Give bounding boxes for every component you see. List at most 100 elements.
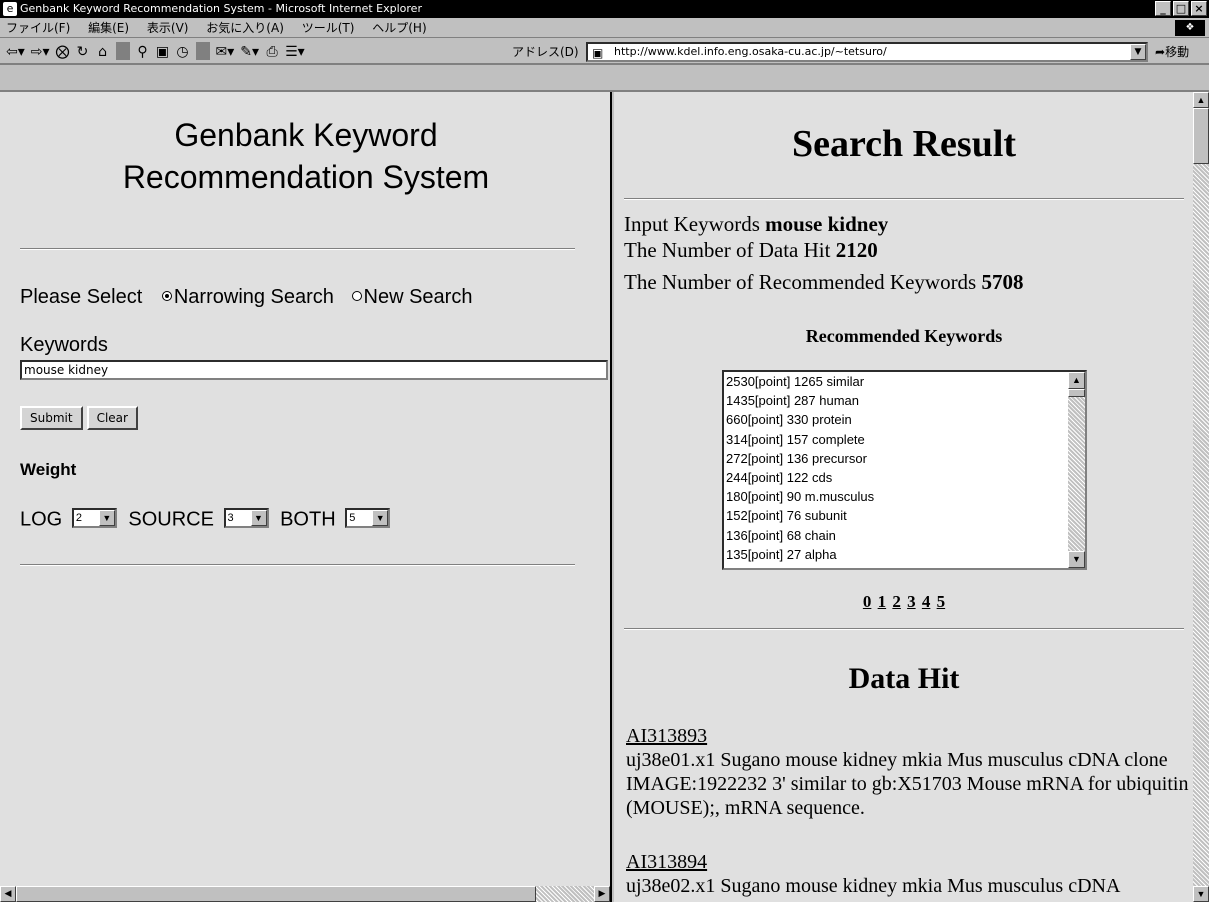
radio-new[interactable] (351, 291, 362, 302)
source-select[interactable]: 3 ▼ (223, 508, 269, 528)
menu-edit[interactable]: 編集(E) (88, 18, 129, 38)
page-link[interactable]: 2 (892, 592, 901, 611)
page-link[interactable]: 4 (922, 592, 931, 611)
rec-count-label: The Number of Recommended Keywords (624, 270, 977, 294)
toolbar: ⇦▾ ⇨▾ ⨂ ↻ ⌂ ⚲ ▣ ◷ ✉▾ ✎▾ ⎙ ☰▾ アドレス(D) ▣ h… (0, 39, 1209, 65)
favorites-icon[interactable]: ▣ (156, 42, 170, 62)
history-icon[interactable]: ◷ (176, 42, 190, 62)
list-item[interactable]: 152[point] 76 subunit (726, 506, 1085, 525)
list-item[interactable]: 272[point] 136 precursor (726, 449, 1085, 468)
radio-new-label[interactable]: New Search (364, 286, 473, 308)
hit-id-link[interactable]: AI313893 (626, 725, 707, 747)
both-value: 5 (349, 512, 356, 524)
list-item[interactable]: 244[point] 122 cds (726, 468, 1085, 487)
list-item[interactable]: 180[point] 90 m.musculus (726, 487, 1085, 506)
back-icon[interactable]: ⇦▾ (6, 42, 25, 62)
window-title: Genbank Keyword Recommendation System - … (20, 2, 422, 15)
refresh-icon[interactable]: ↻ (76, 42, 90, 62)
menu-view[interactable]: 表示(V) (147, 18, 189, 38)
scroll-left-icon[interactable]: ◀ (0, 886, 16, 902)
maximize-button[interactable]: □ (1173, 1, 1189, 16)
log-select[interactable]: 2 ▼ (71, 508, 117, 528)
both-label: BOTH (280, 508, 336, 531)
menu-help[interactable]: ヘルプ(H) (372, 18, 426, 38)
stop-icon[interactable]: ⨂ (56, 42, 70, 62)
scroll-right-icon[interactable]: ▶ (594, 886, 610, 902)
right-frame: Search Result Input Keywords mouse kidne… (614, 92, 1209, 902)
page-link[interactable]: 5 (937, 592, 946, 611)
toolbar-separator (195, 42, 210, 60)
print-icon[interactable]: ⎙ (265, 42, 279, 62)
divider (624, 628, 1184, 630)
horizontal-scrollbar[interactable]: ◀ ▶ (0, 886, 610, 902)
edit-icon[interactable]: ✎▾ (240, 42, 259, 62)
list-item[interactable]: 660[point] 330 protein (726, 410, 1085, 429)
log-value: 2 (75, 512, 82, 524)
chevron-down-icon[interactable]: ▼ (372, 510, 389, 526)
chevron-down-icon[interactable]: ▼ (98, 510, 115, 526)
scroll-down-icon[interactable]: ▼ (1068, 551, 1085, 568)
windows-logo-icon: ❖ (1175, 20, 1205, 36)
hit-entry: AI313894 uj38e02.x1 Sugano mouse kidney … (626, 850, 1191, 898)
vertical-scrollbar[interactable]: ▲ ▼ (1193, 92, 1209, 902)
chevron-down-icon[interactable]: ▼ (250, 510, 267, 526)
radio-narrowing[interactable] (161, 291, 172, 302)
page-link[interactable]: 3 (907, 592, 916, 611)
close-button[interactable]: × (1191, 1, 1207, 16)
listbox-scroll-thumb[interactable] (1068, 389, 1085, 397)
clear-button[interactable]: Clear (86, 406, 138, 430)
radio-narrowing-label[interactable]: Narrowing Search (174, 286, 334, 308)
list-item[interactable]: 1435[point] 287 human (726, 391, 1085, 410)
scroll-down-icon[interactable]: ▼ (1193, 886, 1209, 902)
scroll-thumb[interactable] (16, 886, 536, 902)
search-result-title: Search Result (791, 123, 1017, 165)
forward-icon[interactable]: ⇨▾ (31, 42, 50, 62)
both-select[interactable]: 5 ▼ (345, 508, 391, 528)
scroll-up-icon[interactable]: ▲ (1068, 372, 1085, 389)
chevron-down-icon[interactable]: ▼ (1130, 44, 1146, 60)
list-item[interactable]: 2530[point] 1265 similar (726, 372, 1085, 391)
mail-icon[interactable]: ✉▾ (216, 42, 235, 62)
list-item[interactable]: 314[point] 157 complete (726, 430, 1085, 449)
scroll-up-icon[interactable]: ▲ (1193, 92, 1209, 108)
source-label: SOURCE (128, 508, 214, 531)
go-button[interactable]: ➦移動 (1155, 42, 1189, 62)
input-keywords-value: mouse kidney (765, 212, 889, 236)
address-value: http://www.kdel.info.eng.osaka-cu.ac.jp/… (614, 45, 887, 58)
source-value: 3 (227, 512, 234, 524)
address-input[interactable]: ▣ http://www.kdel.info.eng.osaka-cu.ac.j… (586, 42, 1148, 62)
form-buttons: Submit Clear (20, 406, 142, 430)
list-item[interactable]: 136[point] 68 chain (726, 526, 1085, 545)
input-keywords-line: Input Keywords mouse kidney (624, 212, 888, 236)
hit-id-link[interactable]: AI313894 (626, 851, 707, 873)
menu-favorites[interactable]: お気に入り(A) (206, 18, 284, 38)
minimize-button[interactable]: _ (1155, 1, 1171, 16)
pagination: 0 1 2 3 4 5 (614, 592, 1194, 612)
scroll-thumb[interactable] (1193, 108, 1209, 164)
divider (20, 564, 575, 566)
search-mode-row: Please Select Narrowing Search New Searc… (20, 286, 472, 309)
data-hit-title: Data Hit (848, 662, 960, 695)
menu-tools[interactable]: ツール(T) (302, 18, 355, 38)
ie-app-icon: e (3, 2, 17, 16)
page-link[interactable]: 1 (878, 592, 887, 611)
left-page-title: Genbank Keyword Recommendation System (0, 114, 610, 198)
keywords-input[interactable]: mouse kidney (20, 360, 608, 380)
recommended-heading: Recommended Keywords (805, 326, 1003, 346)
address-label: アドレス(D) (512, 45, 579, 59)
submit-button[interactable]: Submit (20, 406, 83, 430)
listbox-scrollbar[interactable]: ▲ ▼ (1068, 372, 1085, 568)
search-icon[interactable]: ⚲ (136, 42, 150, 62)
discuss-icon[interactable]: ☰▾ (285, 42, 305, 62)
hit-entry: AI313893 uj38e01.x1 Sugano mouse kidney … (626, 724, 1191, 820)
page-link[interactable]: 0 (863, 592, 872, 611)
left-title-line1: Genbank Keyword (174, 117, 438, 153)
recommended-listbox[interactable]: 2530[point] 1265 similar 1435[point] 287… (722, 370, 1087, 570)
select-label: Please Select (20, 286, 143, 308)
data-hit-label: The Number of Data Hit (624, 238, 831, 262)
list-item[interactable]: 135[point] 27 alpha (726, 545, 1085, 564)
home-icon[interactable]: ⌂ (96, 42, 110, 62)
menu-file[interactable]: ファイル(F) (6, 18, 70, 38)
keywords-label: Keywords (20, 334, 108, 356)
go-arrow-icon: ➦ (1155, 45, 1166, 59)
